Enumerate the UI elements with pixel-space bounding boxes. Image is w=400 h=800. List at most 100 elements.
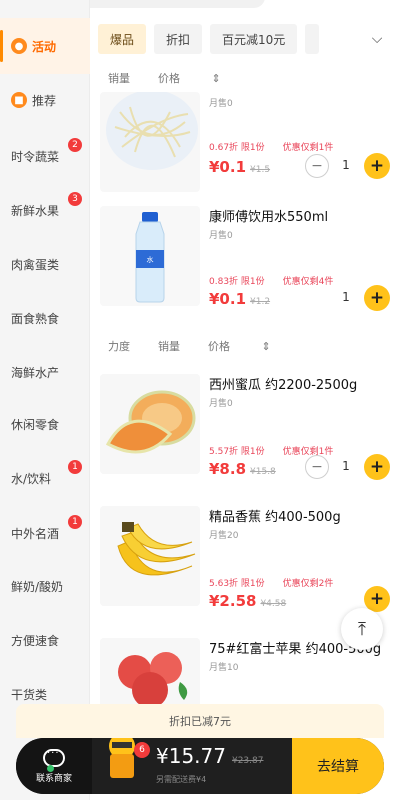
- sidebar-item-label: 中外名酒: [11, 526, 60, 541]
- price-line: ¥0.1 ¥1.2: [209, 290, 270, 308]
- promo-discount: 5.57折 限1份: [209, 447, 265, 457]
- promo-limit: 优惠仅剩1件: [282, 447, 334, 457]
- add-button[interactable]: +: [364, 153, 390, 179]
- product-card[interactable]: 月售0 0.67折 限1份 优惠仅剩1件 ¥0.1 ¥1.5 − 1 +: [92, 92, 400, 216]
- sidebar-item-instant-food[interactable]: 方便速食: [0, 612, 90, 668]
- back-to-top-icon[interactable]: ⤒: [341, 608, 383, 650]
- product-name[interactable]: 精品香蕉 约400-500g: [209, 506, 341, 525]
- banana-image: [100, 506, 200, 606]
- sort-strength[interactable]: 力度: [108, 338, 130, 354]
- search-bar[interactable]: [60, 0, 265, 8]
- melon-image: [100, 374, 200, 474]
- discount-banner: 折扣已减7元: [16, 704, 384, 738]
- promo-discount: 0.67折 限1份: [209, 143, 265, 153]
- delivery-fee-note: 另需配送费¥4: [156, 775, 207, 784]
- sidebar-item-dairy[interactable]: 鲜奶/酸奶: [0, 558, 90, 614]
- original-price: ¥1.5: [250, 165, 271, 175]
- promo-limit: 优惠仅剩4件: [282, 277, 334, 287]
- sidebar-item-label: 水/饮料: [11, 471, 52, 486]
- sort-price[interactable]: 价格 ⇕: [208, 338, 299, 354]
- sidebar-item-snacks[interactable]: 休闲零食: [0, 396, 90, 452]
- product-name[interactable]: 康师傅饮用水550ml: [209, 206, 328, 225]
- sidebar-item-label: 面食熟食: [11, 311, 60, 326]
- sidebar-item-liquor[interactable]: 中外名酒 1: [0, 505, 90, 561]
- sidebar-item-label: 干货类: [11, 687, 48, 702]
- chip-discount[interactable]: 折扣: [154, 24, 203, 54]
- count-badge: 3: [68, 192, 82, 206]
- sidebar-item-label: 海鲜水产: [11, 365, 60, 380]
- quantity-value: 1: [342, 158, 350, 172]
- product-card[interactable]: 西州蜜瓜 约2200-2500g 月售0 5.57折 限1份 优惠仅剩1件 ¥8.…: [92, 374, 400, 494]
- count-badge: 1: [68, 515, 82, 529]
- sidebar-item-label: 方便速食: [11, 633, 60, 648]
- filter-chips: 爆品 折扣 百元减10元: [98, 20, 400, 58]
- sidebar-item-fruits[interactable]: 新鲜水果 3: [0, 182, 90, 238]
- sort-sales[interactable]: 销量: [108, 70, 130, 86]
- sidebar-item-label: 鲜奶/酸奶: [11, 579, 64, 594]
- product-image[interactable]: [100, 506, 200, 606]
- price-line: ¥8.8 ¥15.8: [209, 460, 276, 478]
- total-price: ¥15.77: [156, 744, 226, 768]
- checkout-button[interactable]: 去结算: [292, 738, 384, 794]
- chat-icon: [43, 748, 65, 767]
- quantity-value: 1: [342, 290, 350, 304]
- add-button[interactable]: +: [364, 454, 390, 480]
- product-image[interactable]: 水: [100, 206, 200, 306]
- quantity-value: 1: [342, 459, 350, 473]
- product-card[interactable]: 精品香蕉 约400-500g 月售20 5.63折 限1份 优惠仅剩2件 ¥2.5…: [92, 506, 400, 626]
- sort-sales[interactable]: 销量: [158, 338, 180, 354]
- sort-bar: 销量 价格 ⇕: [108, 68, 388, 88]
- product-name[interactable]: 西州蜜瓜 约2200-2500g: [209, 374, 357, 393]
- promo-info: 0.83折 限1份 优惠仅剩4件: [209, 274, 333, 287]
- chip-overflow[interactable]: [305, 24, 320, 54]
- online-dot: [47, 765, 54, 772]
- monthly-sales: 月售0: [209, 231, 233, 241]
- promo-info: 0.67折 限1份 优惠仅剩1件: [209, 140, 333, 153]
- sidebar-item-label: 活动: [32, 39, 57, 54]
- price-line: ¥0.1 ¥1.5: [209, 158, 270, 176]
- promo-limit: 优惠仅剩2件: [282, 579, 334, 589]
- decrease-button[interactable]: −: [305, 154, 329, 178]
- add-button[interactable]: +: [364, 285, 390, 311]
- product-image[interactable]: [100, 92, 200, 192]
- original-price: ¥1.2: [250, 297, 271, 307]
- contact-merchant-button[interactable]: 联系商家: [16, 738, 92, 794]
- sidebar-item-meat-eggs[interactable]: 肉禽蛋类: [0, 236, 90, 292]
- sort-price-label: 价格: [158, 72, 180, 85]
- sidebar-item-vegetables[interactable]: 时令蔬菜 2: [0, 128, 90, 184]
- chevron-down-icon[interactable]: ⌵: [364, 26, 390, 52]
- sort-arrows-icon: ⇕: [261, 340, 271, 353]
- product-price: ¥0.1: [209, 290, 247, 308]
- sidebar-item-drinks[interactable]: 水/饮料 1: [0, 450, 90, 506]
- sidebar-item-label: 推荐: [32, 93, 57, 108]
- product-price: ¥8.8: [209, 460, 247, 478]
- sort-price-label: 价格: [208, 340, 230, 353]
- sort-price[interactable]: 价格 ⇕: [158, 70, 249, 86]
- original-total: ¥23.87: [231, 756, 264, 766]
- count-badge: 2: [68, 138, 82, 152]
- product-image[interactable]: [100, 374, 200, 474]
- cart-count-badge: 6: [134, 742, 150, 758]
- chip-hot[interactable]: 爆品: [98, 24, 147, 54]
- sidebar-item-label: 新鲜水果: [11, 203, 60, 218]
- svg-text:水: 水: [147, 255, 154, 264]
- monthly-sales: 月售20: [209, 531, 239, 541]
- sidebar-item-seafood[interactable]: 海鲜水产: [0, 344, 90, 400]
- sidebar-item-activity[interactable]: ● 活动: [0, 18, 90, 74]
- price-line: ¥2.58 ¥4.58: [209, 592, 286, 610]
- chip-spend-save[interactable]: 百元减10元: [210, 24, 298, 54]
- product-card[interactable]: 水 康师傅饮用水550ml 月售0 0.83折 限1份 优惠仅剩4件 ¥0.1 ¥…: [92, 206, 400, 326]
- monthly-sales: 月售0: [209, 399, 233, 409]
- decrease-button[interactable]: −: [305, 455, 329, 479]
- original-price: ¥4.58: [260, 599, 287, 609]
- promo-discount: 5.63折 限1份: [209, 579, 265, 589]
- app-screen: ● 活动 ■ 推荐 时令蔬菜 2 新鲜水果 3 肉禽蛋类 面食熟食 海鲜水产 休…: [0, 0, 400, 800]
- count-badge: 1: [68, 460, 82, 474]
- sidebar-item-noodles-deli[interactable]: 面食熟食: [0, 290, 90, 346]
- bean-sprouts-image: [106, 92, 198, 170]
- recommend-icon: ■: [11, 92, 27, 108]
- activity-icon: ●: [11, 38, 27, 54]
- sidebar-item-recommend[interactable]: ■ 推荐: [0, 72, 90, 128]
- sort-bar: 力度 销量 价格 ⇕: [108, 336, 388, 356]
- water-bottle-image: 水: [100, 206, 200, 306]
